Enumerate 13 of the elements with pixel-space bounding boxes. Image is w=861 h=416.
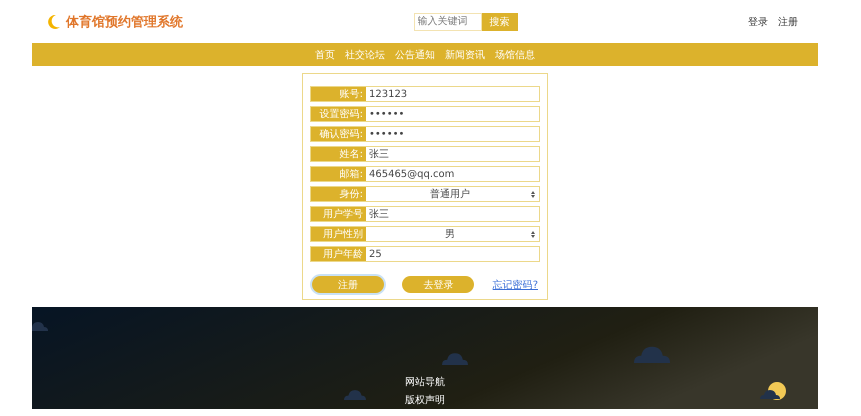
search-field[interactable]: 输入关键词 <box>414 12 482 30</box>
header-link[interactable]: 注册 <box>778 14 798 28</box>
cloud-icon <box>634 346 670 363</box>
header-link[interactable]: 登录 <box>748 14 768 28</box>
footer-link[interactable]: 版权声明 <box>405 393 445 407</box>
moon-icon <box>48 14 60 28</box>
forgot-password-link[interactable]: 忘记密码? <box>492 278 538 292</box>
cloud-icon <box>32 322 48 331</box>
cloud-icon <box>760 390 780 399</box>
cloud-icon <box>344 390 366 400</box>
footer-link[interactable]: 网站导航 <box>405 375 445 389</box>
cloud-icon <box>442 353 468 365</box>
site-title: 体育馆预约管理系统 <box>66 14 183 30</box>
